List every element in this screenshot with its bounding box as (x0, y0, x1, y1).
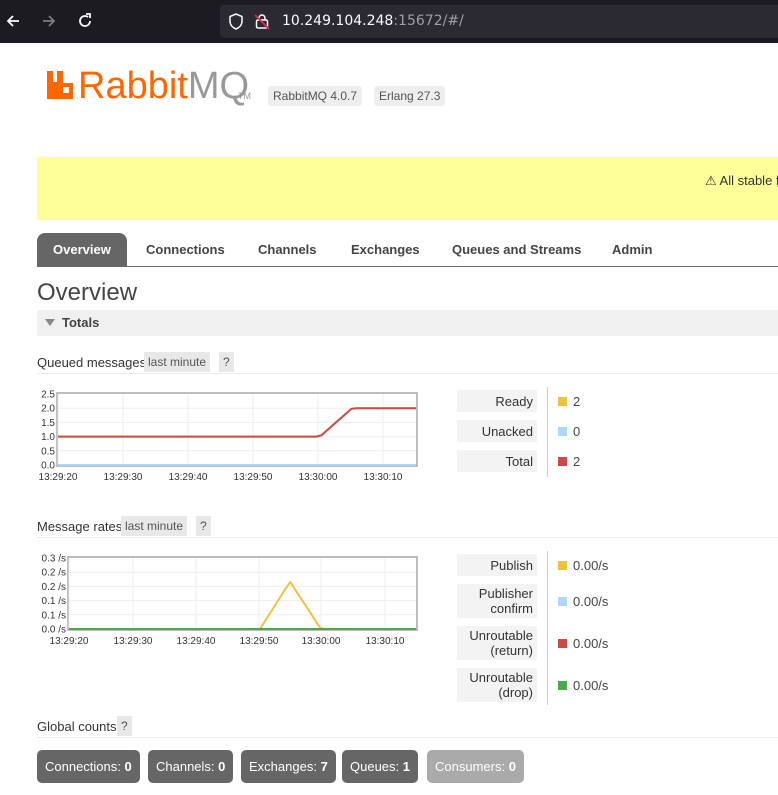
x-tick-label: 13:29:20 (50, 636, 89, 647)
consumers-count-button[interactable]: Consumers: 0 (427, 750, 524, 783)
exchanges-count-button[interactable]: Exchanges: 7 (241, 750, 336, 783)
y-tick-label: 0.0 /s (42, 625, 66, 636)
legend-publish[interactable]: Publish (457, 554, 537, 576)
rates-range-selector[interactable]: last minute (121, 516, 188, 536)
x-tick-label: 13:29:30 (104, 472, 143, 483)
back-arrow-icon[interactable] (0, 8, 26, 34)
totals-label: Totals (62, 315, 100, 330)
collapse-triangle-icon (45, 319, 55, 326)
message-rates-title: Message rates (37, 519, 123, 534)
version-badge: RabbitMQ 4.0.7 (268, 86, 363, 106)
tab-overview[interactable]: Overview (37, 233, 127, 267)
x-tick-label: 13:30:10 (366, 636, 405, 647)
total-color-swatch (558, 457, 567, 466)
section-divider (37, 737, 778, 738)
publish-color-swatch (558, 561, 567, 570)
connections-count-button[interactable]: Connections: 0 (37, 750, 140, 783)
ready-value: 2 (573, 394, 581, 409)
channels-count-button[interactable]: Channels: 0 (148, 750, 234, 783)
queued-range-selector[interactable]: last minute (144, 352, 211, 372)
page-title: Overview (37, 279, 138, 306)
tab-exchanges[interactable]: Exchanges (351, 233, 420, 267)
y-tick-label: 2.5 (41, 390, 55, 401)
message-rates-chart: 0.0 /s 0.1 /s 0.1 /s 0.2 /s 0.2 /s 0.3 /s 13:… (42, 554, 418, 647)
legend-divider (547, 551, 548, 705)
publisher-confirm-color-swatch (558, 597, 567, 606)
unacked-value: 0 (573, 424, 581, 439)
legend-unroutable-drop[interactable]: Unroutable (drop) (457, 668, 537, 702)
legend-ready[interactable]: Ready (457, 390, 537, 412)
tab-channels[interactable]: Channels (258, 233, 317, 267)
queued-help-button[interactable]: ? (219, 352, 234, 372)
total-value: 2 (573, 454, 581, 469)
unroutable-drop-value: 0.00/s (573, 678, 609, 693)
x-tick-label: 13:29:50 (234, 472, 273, 483)
banner-text: ⚠ All stable f (705, 173, 778, 188)
insecure-lock-icon[interactable] (254, 13, 270, 34)
y-tick-label: 2.0 (41, 404, 55, 415)
unroutable-return-color-swatch (558, 639, 567, 648)
section-divider (37, 537, 778, 538)
forward-arrow-icon[interactable] (36, 8, 62, 34)
x-tick-label: 13:30:10 (364, 472, 403, 483)
chart-plot-area (67, 556, 418, 631)
unroutable-drop-color-swatch (558, 681, 567, 690)
totals-section-toggle[interactable]: Totals (37, 310, 778, 336)
y-tick-label: 0.0 (41, 461, 55, 472)
x-tick-label: 13:30:00 (299, 472, 338, 483)
browser-toolbar: 10.249.104.248:15672/#/ (0, 0, 778, 43)
global-help-button[interactable]: ? (117, 716, 132, 736)
legend-divider (547, 387, 548, 477)
x-tick-label: 13:29:40 (177, 636, 216, 647)
y-tick-label: 0.1 /s (42, 610, 66, 621)
queues-count-button[interactable]: Queues: 1 (342, 750, 419, 783)
y-tick-label: 0.3 /s (42, 554, 66, 565)
queued-messages-chart: 0.0 0.5 1.0 1.5 2.0 2.5 13:29:20 13:29:30 13:29… (39, 390, 418, 483)
tab-connections[interactable]: Connections (146, 233, 225, 267)
y-tick-label: 0.2 /s (42, 582, 66, 593)
y-tick-label: 0.2 /s (42, 568, 66, 579)
logo-wordmark: RabbitMQ (78, 65, 250, 107)
erlang-badge: Erlang 27.3 (374, 86, 446, 106)
unroutable-return-value: 0.00/s (573, 636, 609, 651)
url-text: 10.249.104.248:15672/#/ (282, 13, 464, 29)
x-tick-label: 13:29:40 (169, 472, 208, 483)
ready-color-swatch (558, 397, 567, 406)
address-bar[interactable]: 10.249.104.248:15672/#/ (220, 5, 778, 38)
legend-unroutable-return[interactable]: Unroutable (return) (457, 626, 537, 660)
chart-plot-area (56, 392, 418, 467)
legend-publisher-confirm[interactable]: Publisher confirm (457, 584, 537, 618)
unacked-color-swatch (558, 427, 567, 436)
legend-unacked[interactable]: Unacked (457, 420, 537, 442)
publisher-confirm-value: 0.00/s (573, 594, 609, 609)
y-tick-label: 0.5 (41, 446, 55, 457)
rates-help-button[interactable]: ? (196, 516, 211, 536)
legend-total[interactable]: Total (457, 450, 537, 472)
tab-admin[interactable]: Admin (612, 233, 652, 267)
logo-trademark: TM (238, 91, 251, 101)
global-counts-title: Global counts (37, 719, 117, 734)
x-tick-label: 13:29:50 (240, 636, 279, 647)
x-tick-label: 13:29:20 (39, 472, 78, 483)
queued-messages-title: Queued messages (37, 355, 147, 370)
y-tick-label: 1.5 (41, 418, 55, 429)
warning-banner: ⚠ All stable f (37, 157, 778, 220)
reload-icon[interactable] (72, 8, 98, 34)
y-tick-label: 1.0 (41, 432, 55, 443)
x-tick-label: 13:29:30 (114, 636, 153, 647)
section-divider (37, 373, 778, 374)
y-tick-label: 0.1 /s (42, 596, 66, 607)
publish-value: 0.00/s (573, 558, 609, 573)
tab-queues-and-streams[interactable]: Queues and Streams (452, 233, 581, 267)
shield-icon[interactable] (228, 13, 244, 34)
rabbitmq-logo-icon[interactable] (46, 70, 76, 104)
x-tick-label: 13:30:00 (302, 636, 341, 647)
